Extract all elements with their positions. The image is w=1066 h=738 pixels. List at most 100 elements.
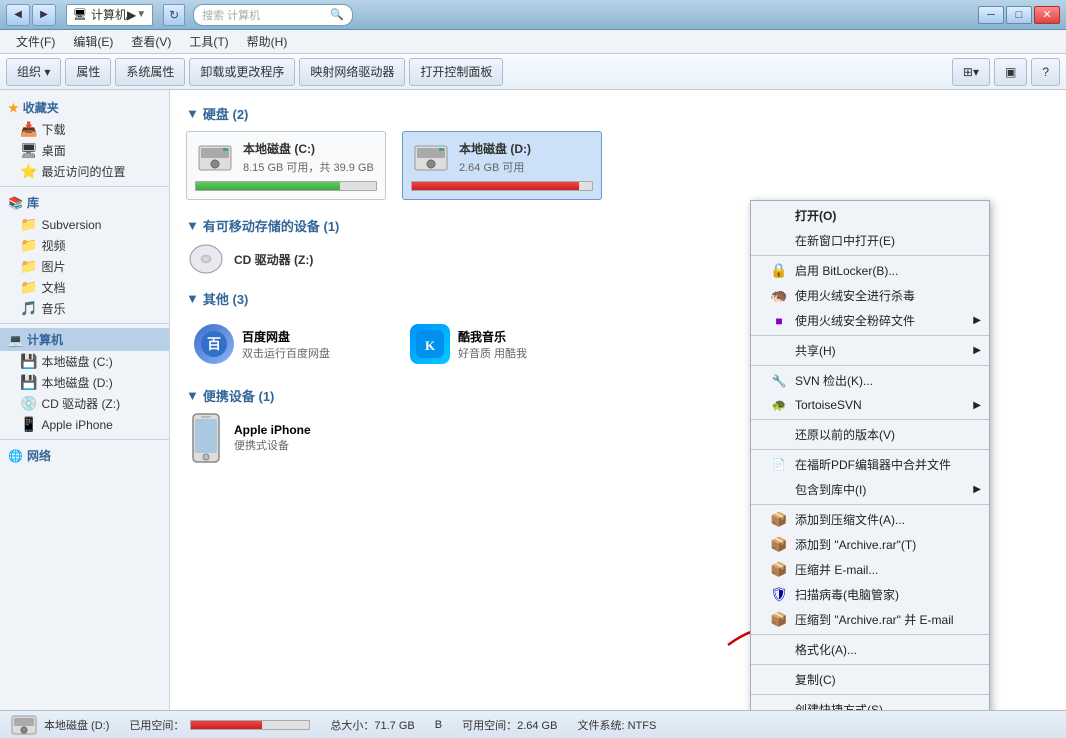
ctx-share-icon [771,343,787,359]
ctx-sep-2 [751,335,989,336]
ctx-sep-5 [751,449,989,450]
menu-tools[interactable]: 工具(T) [181,31,236,52]
ctx-compress-email[interactable]: 📦 压缩并 E-mail... [751,557,989,582]
ctx-bitlocker[interactable]: 🔒 启用 BitLocker(B)... [751,258,989,283]
video-icon: 📁 [20,237,37,254]
ctx-compress-rar-email[interactable]: 📦 压缩到 "Archive.rar" 并 E-mail [751,607,989,632]
sidebar-network-header[interactable]: 🌐 网络 [0,444,169,467]
ctx-open-new-window[interactable]: 在新窗口中打开(E) [751,228,989,253]
address-bar[interactable]: 🖥 计算机 ▶ ▼ [66,4,153,26]
toolbar: 组织 ▾ 属性 系统属性 卸载或更改程序 映射网络驱动器 打开控制面板 ⊞▾ ▣… [0,54,1066,90]
minimize-button[interactable]: ─ [978,6,1004,24]
kugou-item[interactable]: K 酷我音乐 好音质 用酷我 [402,316,602,372]
ctx-copy-icon [771,672,787,688]
sidebar-item-music[interactable]: 🎵 音乐 [0,298,169,319]
other-arrow: ▼ [186,291,199,306]
sidebar-favorites-label: 收藏夹 [23,99,59,116]
maximize-button[interactable]: □ [1006,6,1032,24]
ctx-tortoisesvn[interactable]: 🐢 TortoiseSVN ▶ [751,393,989,417]
d-drive-disk-icon [411,142,451,174]
menu-help[interactable]: 帮助(H) [239,31,296,52]
ctx-create-shortcut[interactable]: 创建快捷方式(S) [751,697,989,710]
ctx-sep-7 [751,634,989,635]
sidebar-library-header[interactable]: 📚 库 [0,191,169,214]
ctx-shred-icon: ■ [771,313,787,329]
d-drive-header: 本地磁盘 (D:) 2.64 GB 可用 [411,140,593,175]
kugou-desc: 好音质 用酷我 [458,345,527,361]
c-drive-header: 本地磁盘 (C:) 8.15 GB 可用，共 39.9 GB [195,140,377,175]
ctx-shred[interactable]: ■ 使用火绒安全粉碎文件 ▶ [751,308,989,333]
menu-view[interactable]: 查看(V) [123,31,179,52]
menu-edit[interactable]: 编辑(E) [65,31,121,52]
ctx-sep-9 [751,694,989,695]
status-b-item: B [435,719,442,731]
refresh-button[interactable]: ↻ [163,4,185,26]
sidebar-favorites-header[interactable]: ★ 收藏夹 [0,96,169,119]
sidebar-item-documents-label: 文档 [41,279,65,296]
ctx-archive-icon-2: 📦 [771,537,787,553]
ctx-antivirus[interactable]: 🦔 使用火绒安全进行杀毒 [751,283,989,308]
iphone-info: Apple iPhone 便携式设备 [234,423,311,453]
sidebar-item-desktop[interactable]: 🖥 桌面 [0,140,169,161]
baidu-row: 百 百度网盘 双击运行百度网盘 [194,324,330,364]
sidebar-item-iphone[interactable]: 📱 Apple iPhone [0,414,169,435]
sidebar-computer-header[interactable]: 💻 计算机 [0,328,169,351]
drives-grid: 本地磁盘 (C:) 8.15 GB 可用，共 39.9 GB [186,131,1050,200]
ctx-sep-8 [751,664,989,665]
kugou-row: K 酷我音乐 好音质 用酷我 [410,324,527,364]
forward-button[interactable]: ▶ [32,4,56,26]
ctx-add-rar[interactable]: 📦 添加到 "Archive.rar"(T) [751,532,989,557]
sidebar-item-pictures[interactable]: 📁 图片 [0,256,169,277]
sidebar-item-cd-drive[interactable]: 💿 CD 驱动器 (Z:) [0,393,169,414]
close-button[interactable]: ✕ [1034,6,1060,24]
ctx-svn-checkout[interactable]: 🔧 SVN 检出(K)... [751,368,989,393]
ctx-format-icon [771,642,787,658]
sidebar-item-recent[interactable]: ⭐ 最近访问的位置 [0,161,169,182]
address-text: 计算机 [91,6,127,23]
uninstall-button[interactable]: 卸载或更改程序 [189,58,295,86]
organize-button[interactable]: 组织 ▾ [6,58,61,86]
sidebar-item-download[interactable]: 📥 下载 [0,119,169,140]
baidu-item[interactable]: 百 百度网盘 双击运行百度网盘 [186,316,386,372]
hard-disks-arrow: ▼ [186,106,199,121]
sidebar-item-video[interactable]: 📁 视频 [0,235,169,256]
ctx-format[interactable]: 格式化(A)... [751,637,989,662]
sidebar-item-c-drive[interactable]: 💾 本地磁盘 (C:) [0,351,169,372]
sidebar-library-section: 📚 库 📁 Subversion 📁 视频 📁 图片 📁 文档 🎵 音乐 [0,191,169,319]
status-filesystem-item: 文件系统: NTFS [577,717,656,733]
map-drive-button[interactable]: 映射网络驱动器 [299,58,405,86]
sidebar-item-pictures-label: 图片 [41,258,65,275]
ctx-tortoisesvn-arrow: ▶ [973,400,981,411]
ctx-scan-virus[interactable]: 🛡 扫描病毒(电脑管家) [751,582,989,607]
menu-file[interactable]: 文件(F) [8,31,63,52]
sidebar-item-documents[interactable]: 📁 文档 [0,277,169,298]
control-panel-button[interactable]: 打开控制面板 [409,58,503,86]
c-drive-item[interactable]: 本地磁盘 (C:) 8.15 GB 可用，共 39.9 GB [186,131,386,200]
ctx-include-library[interactable]: 包含到库中(I) ▶ [751,477,989,502]
svg-text:百: 百 [207,337,221,353]
ctx-share[interactable]: 共享(H) ▶ [751,338,989,363]
properties-button[interactable]: 属性 [65,58,111,86]
ctx-restore[interactable]: 还原以前的版本(V) [751,422,989,447]
ctx-copy[interactable]: 复制(C) [751,667,989,692]
preview-pane-button[interactable]: ▣ [994,58,1027,86]
ctx-add-archive[interactable]: 📦 添加到压缩文件(A)... [751,507,989,532]
ctx-compress-email-label: 压缩并 E-mail... [795,561,878,578]
search-bar[interactable]: 搜索 计算机 🔍 [193,4,353,26]
music-icon: 🎵 [20,300,37,317]
ctx-pdf-merge[interactable]: 📄 在福昕PDF编辑器中合并文件 [751,452,989,477]
ctx-open[interactable]: 打开(O) [751,203,989,228]
help-button[interactable]: ? [1031,58,1060,86]
address-dropdown-arrow[interactable]: ▼ [136,9,146,20]
sidebar-item-d-drive[interactable]: 💾 本地磁盘 (D:) [0,372,169,393]
d-drive-item[interactable]: 本地磁盘 (D:) 2.64 GB 可用 [402,131,602,200]
divider-2 [0,323,169,324]
library-icon: 📚 [8,196,23,210]
system-properties-button[interactable]: 系统属性 [115,58,185,86]
view-controls: ⊞▾ ▣ ? [952,58,1060,86]
view-toggle[interactable]: ⊞▾ [952,58,990,86]
c-drive-free: 8.15 GB 可用，共 39.9 GB [243,159,377,175]
status-drive-icon-item: 本地磁盘 (D:) [10,714,109,736]
back-button[interactable]: ◀ [6,4,30,26]
sidebar-item-subversion[interactable]: 📁 Subversion [0,214,169,235]
